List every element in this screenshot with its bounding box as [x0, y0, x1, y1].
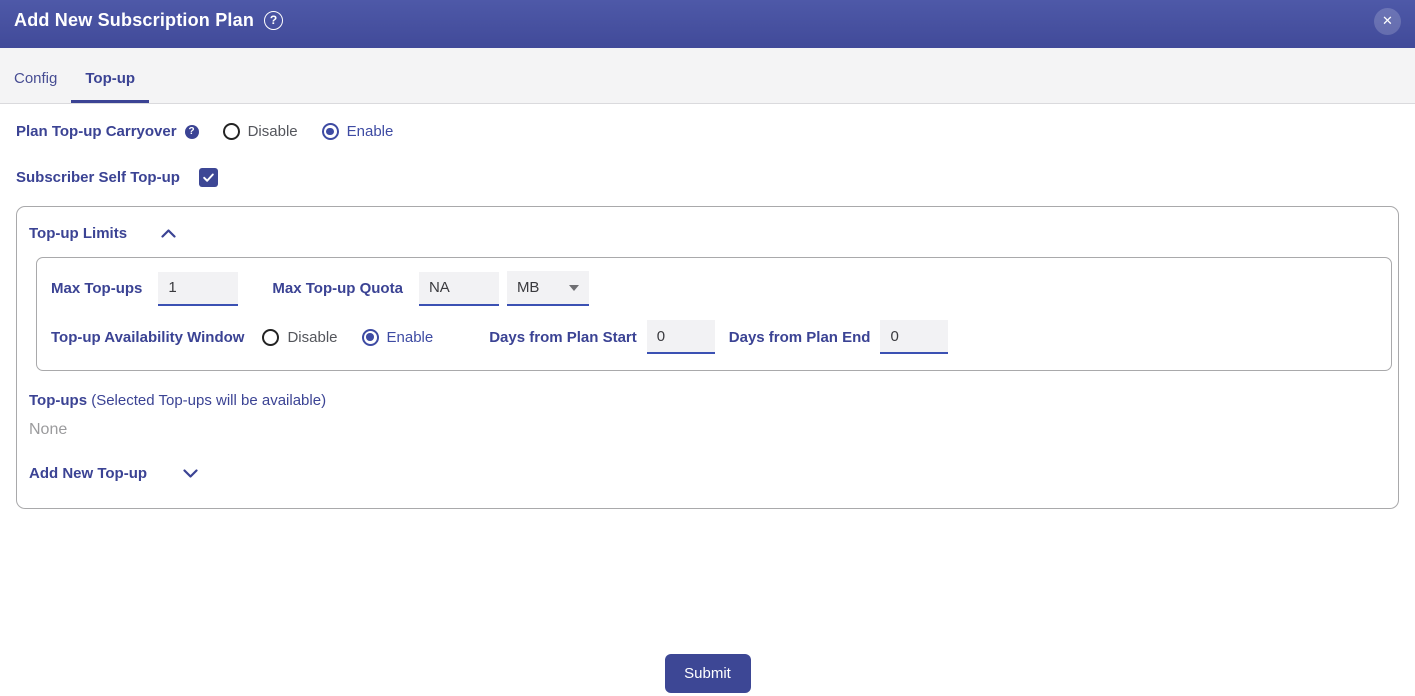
availability-window-label: Top-up Availability Window: [51, 329, 244, 346]
radio-unselected-icon[interactable]: [262, 329, 279, 346]
add-new-topup-label: Add New Top-up: [29, 465, 147, 482]
chevron-down-icon: [183, 469, 198, 478]
days-from-plan-start-input[interactable]: [647, 320, 715, 354]
days-from-plan-end-label: Days from Plan End: [729, 329, 871, 346]
window-disable-option[interactable]: Disable: [262, 329, 337, 346]
carryover-enable-option[interactable]: Enable: [322, 123, 394, 140]
topup-limits-header: Top-up Limits: [29, 225, 1392, 242]
tab-bar: Config Top-up: [0, 48, 1415, 104]
limits-row-2: Top-up Availability Window Disable Enabl…: [51, 320, 1391, 354]
add-subscription-plan-modal: Add New Subscription Plan ? ✕ Config Top…: [0, 0, 1415, 696]
carryover-enable-label: Enable: [347, 123, 394, 140]
plan-topup-carryover-row: Plan Top-up Carryover ? Disable Enable: [16, 123, 1399, 140]
quota-unit-select[interactable]: MB: [507, 271, 589, 306]
days-from-plan-end-input[interactable]: [880, 320, 948, 354]
days-from-plan-start-label: Days from Plan Start: [489, 329, 637, 346]
topup-limits-fields: Max Top-ups Max Top-up Quota MB Top-up A…: [36, 257, 1392, 371]
carryover-disable-option[interactable]: Disable: [223, 123, 298, 140]
subscriber-self-topup-label: Subscriber Self Top-up: [16, 169, 180, 186]
close-icon[interactable]: ✕: [1374, 8, 1401, 35]
tab-config[interactable]: Config: [0, 54, 71, 103]
radio-selected-icon[interactable]: [362, 329, 379, 346]
topup-limits-title: Top-up Limits: [29, 225, 127, 242]
topup-limits-section: Top-up Limits Max Top-ups Max Top-up Quo…: [16, 206, 1399, 509]
max-topups-label: Max Top-ups: [51, 280, 142, 297]
topups-selected-value: None: [29, 421, 1392, 439]
footer-actions: Submit: [0, 654, 1415, 693]
topups-label: Top-ups: [29, 392, 87, 409]
window-disable-label: Disable: [287, 329, 337, 346]
plan-topup-carryover-label: Plan Top-up Carryover: [16, 123, 177, 140]
topups-caption: Top-ups (Selected Top-ups will be availa…: [29, 392, 1392, 409]
add-new-topup-toggle[interactable]: Add New Top-up: [29, 465, 1392, 482]
title-help-icon[interactable]: ?: [264, 11, 283, 30]
submit-button[interactable]: Submit: [665, 654, 751, 693]
max-topup-quota-input[interactable]: [419, 272, 499, 306]
window-enable-option[interactable]: Enable: [362, 329, 434, 346]
max-topups-input[interactable]: [158, 272, 238, 306]
carryover-disable-label: Disable: [248, 123, 298, 140]
checkmark-icon: [202, 171, 215, 184]
carryover-help-icon[interactable]: ?: [185, 125, 199, 139]
modal-title: Add New Subscription Plan: [14, 10, 254, 31]
modal-header: Add New Subscription Plan ? ✕: [0, 0, 1415, 48]
subscriber-self-topup-checkbox[interactable]: [199, 168, 218, 187]
dropdown-caret-icon: [569, 285, 579, 291]
max-topup-quota-label: Max Top-up Quota: [272, 280, 403, 297]
window-enable-label: Enable: [387, 329, 434, 346]
topups-hint: (Selected Top-ups will be available): [91, 392, 326, 409]
subscriber-self-topup-row: Subscriber Self Top-up: [16, 168, 1399, 187]
quota-unit-value: MB: [517, 279, 540, 296]
tab-top-up[interactable]: Top-up: [71, 54, 149, 103]
tab-panel-top-up: Plan Top-up Carryover ? Disable Enable S…: [0, 123, 1415, 509]
radio-unselected-icon[interactable]: [223, 123, 240, 140]
limits-row-1: Max Top-ups Max Top-up Quota MB: [51, 271, 1391, 306]
radio-selected-icon[interactable]: [322, 123, 339, 140]
collapse-chevron-up-icon[interactable]: [161, 229, 176, 238]
